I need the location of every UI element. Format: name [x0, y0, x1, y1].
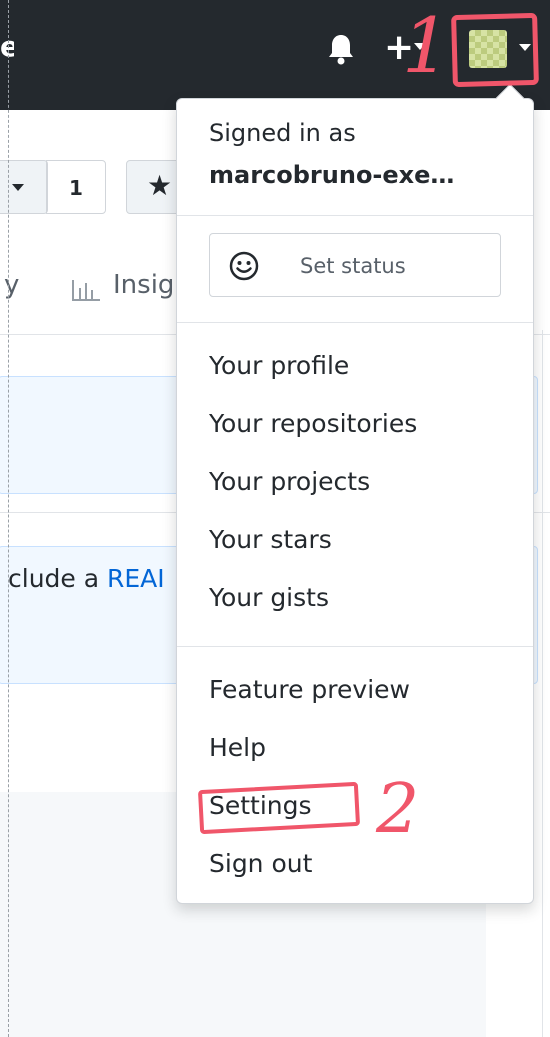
menu-item-your-repositories[interactable]: Your repositories [209, 409, 417, 438]
menu-item-sign-out[interactable]: Sign out [209, 849, 312, 878]
annotation-box-step-1 [451, 12, 539, 88]
menu-item-your-projects[interactable]: Your projects [209, 467, 370, 496]
menu-divider [177, 646, 533, 647]
site-title-partial[interactable]: e [0, 30, 14, 63]
signed-in-label: Signed in as [209, 119, 356, 147]
fork-count[interactable]: 1 [46, 160, 106, 214]
tab-insights[interactable]: Insig [113, 270, 174, 300]
tab-partial-label[interactable]: y [4, 270, 19, 300]
star-icon: ★ [147, 169, 173, 202]
annotation-number-2: 2 [376, 770, 420, 849]
menu-divider [177, 322, 533, 323]
insights-graph-icon [72, 280, 100, 301]
annotation-box-step-2 [197, 781, 361, 835]
page-left-edge [8, 0, 9, 1037]
annotation-number-1: 1 [402, 1, 451, 90]
fork-caret-icon [12, 184, 24, 191]
menu-item-your-gists[interactable]: Your gists [209, 583, 329, 612]
menu-item-your-profile[interactable]: Your profile [209, 351, 349, 380]
readme-banner-text: clude a REAI [8, 564, 165, 593]
smiley-icon [229, 251, 259, 281]
menu-item-feature-preview[interactable]: Feature preview [209, 675, 410, 704]
menu-item-help[interactable]: Help [209, 733, 266, 762]
readme-link[interactable]: REAI [107, 564, 165, 593]
set-status-label: Set status [300, 254, 406, 278]
username-label: marcobruno-exe… [209, 161, 455, 189]
menu-item-your-stars[interactable]: Your stars [209, 525, 332, 554]
right-border-line [542, 330, 543, 1037]
set-status-button[interactable]: Set status [209, 233, 501, 297]
notifications-bell-icon[interactable] [326, 32, 356, 66]
menu-divider [177, 215, 533, 216]
